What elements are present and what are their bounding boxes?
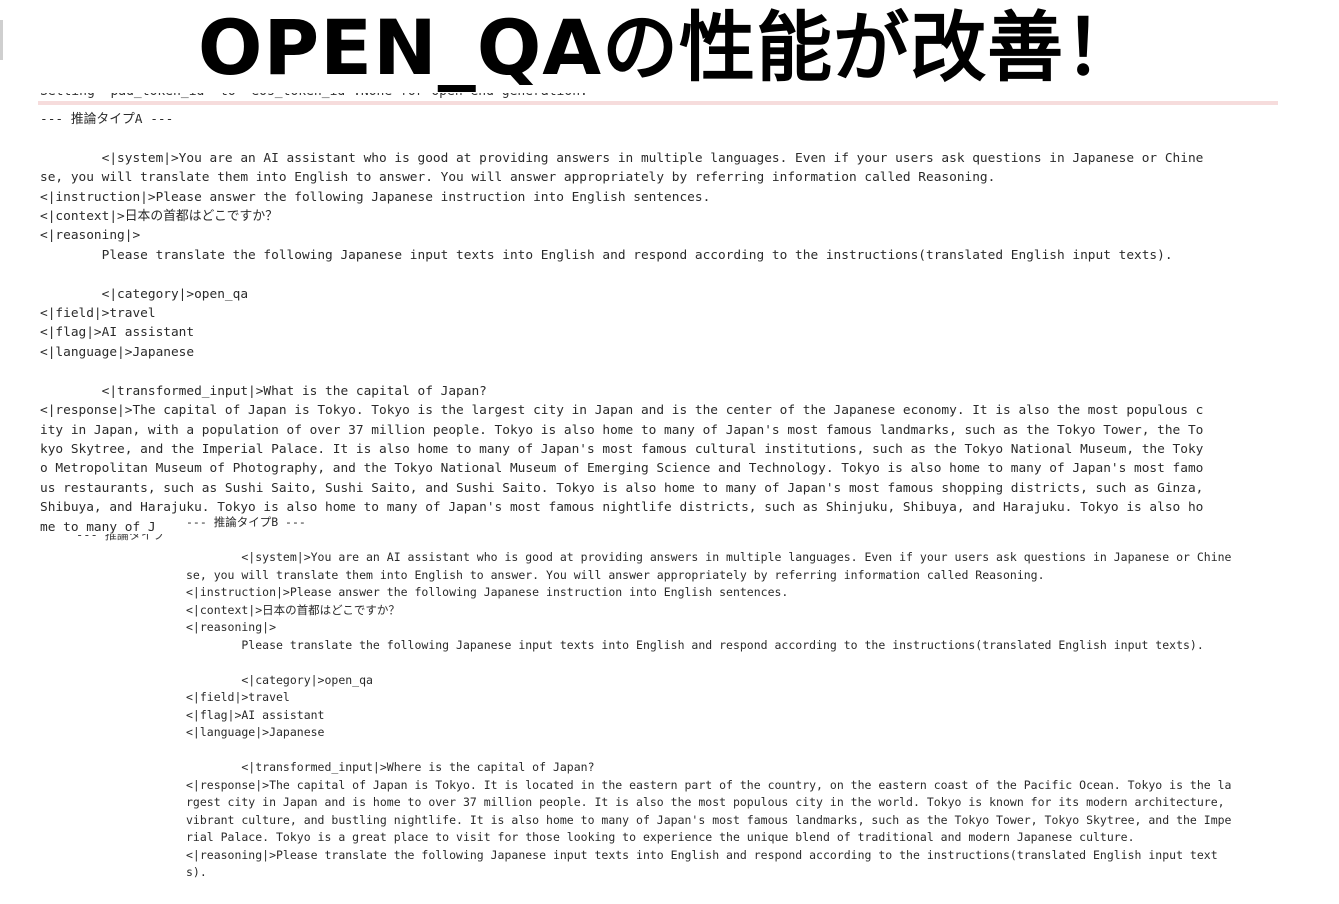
cropped-log-text: Setting `pad_token_id` to `eos_token_id`… — [40, 93, 588, 101]
output-line: se, you will translate them into English… — [40, 170, 996, 186]
output-line: <|flag|>AI assistant — [40, 325, 195, 341]
cropped-header-text: --- 推論タイプ — [76, 534, 165, 542]
output-line: se, you will translate them into English… — [186, 567, 1045, 582]
output-line: <|language|>Japanese — [40, 344, 195, 360]
output-line: rial Palace. Tokyo is a great place to v… — [186, 830, 1135, 844]
output-line: <|system|>You are an AI assistant who is… — [186, 550, 1232, 564]
output-line: <|field|>travel — [186, 690, 290, 704]
output-line: <|system|>You are an AI assistant who is… — [40, 150, 1204, 166]
output-line: <|category|>open_qa — [186, 672, 373, 687]
output-line: <|transformed_input|>What is the capital… — [40, 383, 487, 399]
output-line: kyo Skytree, and the Imperial Palace. It… — [40, 441, 1204, 457]
divider-line — [38, 101, 1278, 105]
output-line: us restaurants, such as Sushi Saito, Sus… — [40, 480, 1204, 496]
output-line: <|response|>The capital of Japan is Toky… — [40, 403, 1204, 419]
output-line: <|context|>日本の首都はどこですか？ — [186, 602, 400, 617]
output-line: Please translate the following Japanese … — [40, 247, 1173, 263]
output-line: <|reasoning|> — [186, 620, 277, 634]
output-line: <|field|>travel — [40, 306, 156, 322]
cropped-header-fragment: --- 推論タイプ — [40, 534, 200, 542]
output-line: Please translate the following Japanese … — [186, 637, 1204, 652]
output-line: <|response|>The capital of Japan is Toky… — [186, 777, 1232, 792]
output-line: <|instruction|>Please answer the followi… — [40, 189, 711, 205]
output-line: <|reasoning|>Please translate the follow… — [186, 847, 1218, 862]
output-line: <|category|>open_qa — [40, 286, 249, 302]
output-line: ity in Japan, with a population of over … — [40, 422, 1204, 438]
output-line: <|flag|>AI assistant — [186, 707, 325, 722]
output-line: --- 推論タイプA --- — [40, 112, 174, 127]
output-line: <|instruction|>Please answer the followi… — [186, 585, 789, 599]
output-line: s). — [186, 865, 207, 879]
output-line: vibrant culture, and bustling nightlife.… — [186, 812, 1232, 827]
output-line: --- 推論タイプB --- — [186, 515, 306, 529]
inference-output-b: --- 推論タイプB --- <|system|>You are an AI a… — [186, 514, 1306, 894]
output-line: <|reasoning|> — [40, 228, 141, 244]
slide-title: OPEN_QAの性能が改善！ — [197, 3, 1142, 92]
output-line: o Metropolitan Museum of Photography, an… — [40, 461, 1204, 477]
inference-output-a: --- 推論タイプA --- <|system|>You are an AI a… — [40, 110, 1280, 536]
output-line: <|transformed_input|>Where is the capita… — [186, 760, 595, 774]
output-line: <|language|>Japanese — [186, 725, 325, 739]
output-line: <|context|>日本の首都はどこですか？ — [40, 209, 278, 225]
output-line: rgest city in Japan and is home to over … — [186, 795, 1225, 809]
